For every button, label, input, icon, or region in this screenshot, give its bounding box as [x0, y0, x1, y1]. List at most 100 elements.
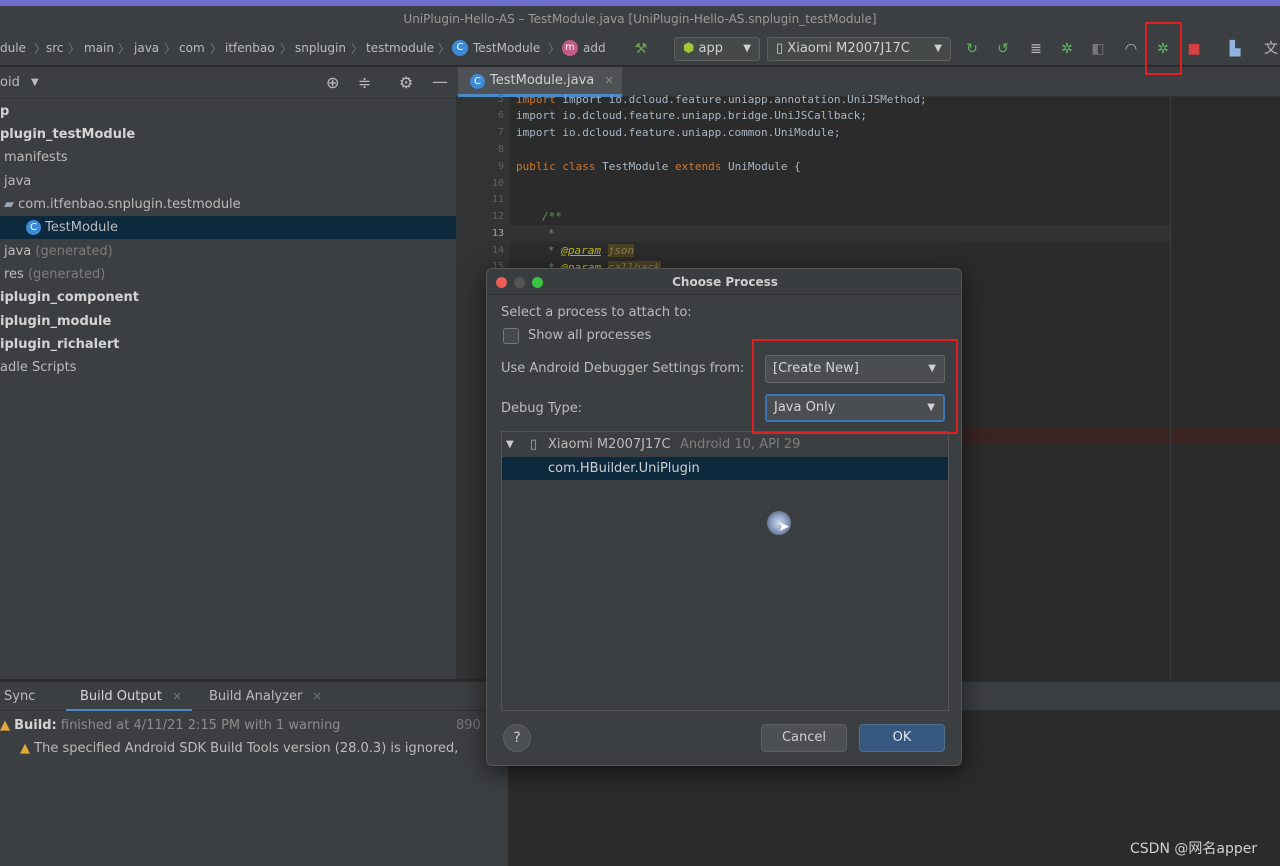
show-all-processes-checkbox[interactable] [503, 328, 519, 344]
chevron-down-icon[interactable]: ▼ [31, 77, 39, 88]
class-icon: C [470, 74, 485, 89]
breadcrumb-separator: 〉 [351, 42, 364, 56]
line-number: 8 [497, 144, 504, 155]
phone-icon: ▯ [530, 437, 538, 452]
line-number: 11 [491, 194, 504, 205]
show-all-processes-label[interactable]: Show all processes [528, 328, 651, 343]
apply-changes-restart-icon[interactable]: ↻ [963, 40, 981, 58]
breadcrumb-separator: 〉 [34, 42, 47, 56]
warning-icon: ▲ [0, 718, 10, 733]
tree-item[interactable]: p [0, 100, 456, 123]
device-manager-icon[interactable]: ▙ [1226, 40, 1244, 58]
class-icon: C [26, 220, 41, 235]
window-title: UniPlugin-Hello-AS – TestModule.java [Un… [403, 12, 877, 26]
code-line: import import io.dcloud.feature.uniapp.a… [516, 93, 927, 106]
class-icon: C [452, 40, 468, 56]
tree-item-selected[interactable]: C TestModule [0, 216, 456, 239]
code-line: /** [542, 210, 562, 223]
line-number: 14 [491, 245, 504, 256]
breadcrumb-separator: 〉 [280, 42, 293, 56]
code-line: import io.dcloud.feature.uniapp.bridge.U… [516, 109, 867, 122]
breadcrumb-module[interactable]: dule [0, 41, 26, 55]
cancel-button[interactable]: Cancel [761, 724, 847, 752]
code-line: * [548, 227, 555, 240]
tree-item[interactable]: iplugin_component [0, 286, 456, 309]
coverage-icon[interactable]: ≣ [1027, 40, 1045, 58]
stop-icon[interactable]: ■ [1185, 40, 1203, 58]
close-icon[interactable]: × [312, 689, 322, 703]
run-config-selector[interactable]: ⬢ app ▼ [674, 37, 760, 61]
project-tree: p plugin_testModule manifests java ▰ com… [0, 99, 456, 679]
build-tree: ▲ Build: finished at 4/11/21 2:15 PM wit… [0, 711, 508, 866]
tree-item[interactable]: adle Scripts [0, 356, 456, 379]
tree-item[interactable]: java [0, 170, 456, 193]
navigation-toolbar: dule 〉 src 〉 main 〉 java 〉 com 〉 itfenba… [0, 32, 1280, 66]
breadcrumb-class[interactable]: TestModule [473, 41, 540, 55]
chevron-down-icon: ▼ [934, 43, 942, 54]
breadcrumb-src[interactable]: src [46, 41, 64, 55]
locate-icon[interactable]: ⊕ [326, 73, 339, 92]
process-list[interactable]: ▼ ▯ Xiaomi M2007J17C Android 10, API 29 … [501, 431, 949, 711]
code-line: * @param json [548, 244, 635, 257]
process-item-selected[interactable]: com.HBuilder.UniPlugin [502, 457, 948, 480]
tab-build-output[interactable]: Build Output × [66, 682, 192, 712]
line-number: 9 [497, 161, 504, 172]
caret-line-highlight [510, 225, 1170, 242]
tree-item[interactable]: manifests [0, 146, 456, 169]
minimize-window-icon[interactable] [514, 277, 525, 288]
line-number: 12 [491, 211, 504, 222]
project-view-mode[interactable]: oid [0, 75, 20, 90]
tab-sync[interactable]: Sync [4, 689, 35, 704]
profile-icon[interactable]: ◧ [1089, 40, 1107, 58]
tree-item[interactable]: java (generated) [0, 240, 456, 263]
breadcrumb-method[interactable]: add [583, 41, 606, 55]
translate-icon[interactable]: 文 [1262, 40, 1280, 58]
breadcrumb-separator: 〉 [118, 42, 131, 56]
device-selector[interactable]: ▯ Xiaomi M2007J17C ▼ [767, 37, 951, 61]
close-icon[interactable]: × [604, 73, 614, 87]
breadcrumb-com[interactable]: com [179, 41, 205, 55]
annotation-highlight [1145, 22, 1182, 75]
tree-item[interactable]: iplugin_richalert [0, 333, 456, 356]
tree-item[interactable]: iplugin_module [0, 310, 456, 333]
tree-item[interactable]: res (generated) [0, 263, 456, 286]
profiler-gauge-icon[interactable]: ◠ [1122, 40, 1140, 58]
close-window-icon[interactable] [496, 277, 507, 288]
gear-icon[interactable]: ⚙ [399, 73, 413, 92]
close-icon[interactable]: × [172, 689, 182, 703]
tab-build-analyzer[interactable]: Build Analyzer [209, 689, 302, 704]
collapse-all-icon[interactable]: ≑ [358, 73, 371, 92]
line-number: 6 [497, 110, 504, 121]
watermark: CSDN @网名apper [1130, 841, 1258, 857]
breadcrumb-snplugin[interactable]: snplugin [295, 41, 346, 55]
help-button[interactable]: ? [503, 724, 531, 752]
maximize-window-icon[interactable] [532, 277, 543, 288]
tree-item[interactable]: plugin_testModule [0, 123, 456, 146]
breadcrumb-main[interactable]: main [84, 41, 114, 55]
debug-icon[interactable]: ✲ [1058, 40, 1076, 58]
apply-code-changes-icon[interactable]: ↺ [994, 40, 1012, 58]
project-panel-header: oid ▼ ⊕ ≑ ⚙ — [0, 67, 456, 99]
dialog-title: Choose Process [672, 275, 778, 289]
tree-item[interactable]: ▰ com.itfenbao.snplugin.testmodule [0, 193, 456, 216]
run-config-label: app [698, 41, 723, 56]
annotation-highlight [752, 339, 958, 434]
breadcrumb-separator: 〉 [438, 42, 451, 56]
hammer-icon[interactable]: ⚒ [632, 40, 650, 58]
build-warning-row[interactable]: ▲ The specified Android SDK Build Tools … [20, 738, 508, 760]
editor-tab-label: TestModule.java [490, 73, 595, 88]
chevron-down-icon: ▼ [743, 43, 751, 54]
android-icon: ⬢ [683, 41, 695, 56]
breadcrumb-java[interactable]: java [134, 41, 159, 55]
debug-type-label: Debug Type: [501, 401, 583, 416]
breadcrumb-separator: 〉 [164, 42, 177, 56]
breadcrumb-testmodule[interactable]: testmodule [366, 41, 434, 55]
build-status-row[interactable]: ▲ Build: finished at 4/11/21 2:15 PM wit… [0, 715, 508, 737]
expand-arrow-icon[interactable]: ▼ [506, 434, 514, 456]
line-number: 10 [491, 178, 504, 189]
ok-button[interactable]: OK [859, 724, 945, 752]
breadcrumb-itfenbao[interactable]: itfenbao [225, 41, 275, 55]
dialog-title-bar: Choose Process [487, 269, 961, 295]
device-node[interactable]: ▼ ▯ Xiaomi M2007J17C Android 10, API 29 [502, 434, 948, 456]
hide-panel-icon[interactable]: — [432, 72, 448, 91]
